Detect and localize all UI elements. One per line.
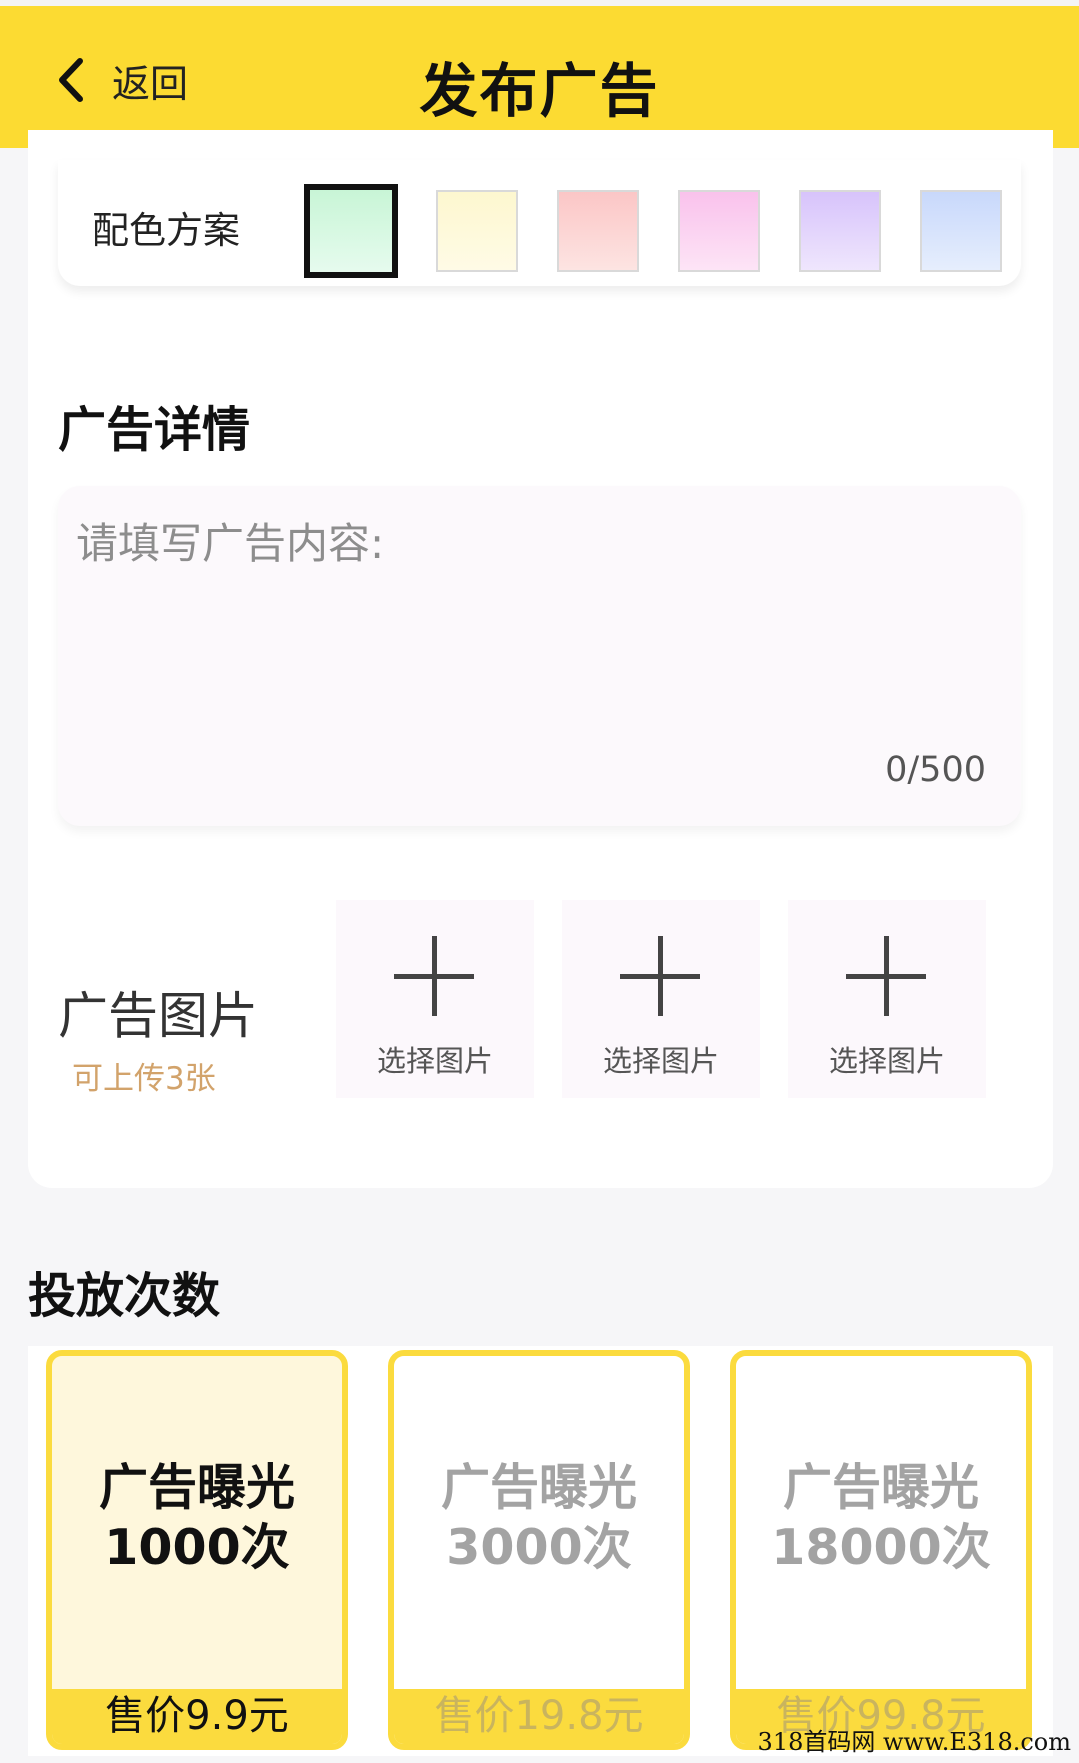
select-image-button-1[interactable]: 选择图片 bbox=[336, 900, 534, 1098]
package-card-1000[interactable]: 广告曝光 1000次 售价9.9元 bbox=[46, 1350, 348, 1750]
package-card-3000[interactable]: 广告曝光 3000次 售价19.8元 bbox=[388, 1350, 690, 1750]
package-name: 广告曝光 bbox=[98, 1459, 295, 1516]
select-image-label: 选择图片 bbox=[376, 1044, 493, 1078]
images-sublabel: 可上传3张 bbox=[72, 1061, 216, 1097]
color-swatch-purple[interactable] bbox=[799, 190, 881, 272]
color-scheme-row: 配色方案 bbox=[58, 160, 1021, 286]
ad-content-input[interactable]: 请填写广告内容: 0/500 bbox=[58, 486, 1021, 826]
package-card-18000[interactable]: 广告曝光 18000次 售价99.8元 bbox=[730, 1350, 1032, 1750]
select-image-button-2[interactable]: 选择图片 bbox=[562, 900, 760, 1098]
images-label: 广告图片 bbox=[58, 987, 258, 1045]
color-swatch-pink[interactable] bbox=[678, 190, 760, 272]
color-swatch-red[interactable] bbox=[557, 190, 639, 272]
ad-content-placeholder: 请填写广告内容: bbox=[76, 519, 385, 568]
watermark: 318首码网 www.E318.com bbox=[757, 1728, 1071, 1756]
package-count: 3000次 bbox=[446, 1519, 632, 1576]
color-scheme-label: 配色方案 bbox=[92, 209, 240, 252]
details-title: 广告详情 bbox=[58, 402, 251, 458]
select-image-label: 选择图片 bbox=[828, 1044, 945, 1078]
package-name: 广告曝光 bbox=[782, 1459, 979, 1516]
color-swatch-green[interactable] bbox=[304, 184, 398, 278]
package-price: 售价19.8元 bbox=[394, 1689, 684, 1744]
package-name: 广告曝光 bbox=[440, 1459, 637, 1516]
char-counter: 0/500 bbox=[885, 750, 986, 790]
plus-icon bbox=[846, 936, 926, 1016]
color-swatch-blue[interactable] bbox=[920, 190, 1002, 272]
top-bar: 返回 发布广告 bbox=[0, 0, 1079, 148]
plus-icon bbox=[620, 936, 700, 1016]
select-image-label: 选择图片 bbox=[602, 1044, 719, 1078]
color-swatch-yellow[interactable] bbox=[436, 190, 518, 272]
select-image-button-3[interactable]: 选择图片 bbox=[788, 900, 986, 1098]
plus-icon bbox=[394, 936, 474, 1016]
page-title: 发布广告 bbox=[419, 57, 660, 125]
package-price: 售价9.9元 bbox=[52, 1689, 342, 1744]
packages-title: 投放次数 bbox=[28, 1268, 221, 1324]
package-count: 1000次 bbox=[104, 1519, 290, 1576]
package-count: 18000次 bbox=[771, 1519, 991, 1576]
